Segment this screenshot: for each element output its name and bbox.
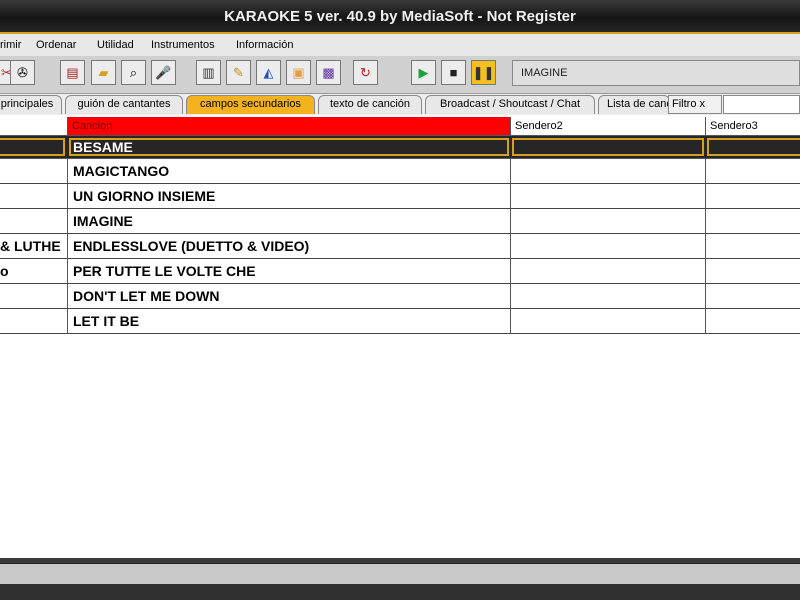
search-window-icon[interactable]: ⌕ — [121, 60, 146, 85]
menu-instrumentos[interactable]: Instrumentos — [151, 39, 215, 51]
artist-cell[interactable]: o — [0, 259, 67, 283]
table-row[interactable]: DON'T LET ME DOWN — [0, 284, 800, 309]
artist-cell[interactable] — [0, 284, 67, 308]
artist-cell[interactable]: & LUTHE — [0, 234, 67, 258]
table-row-selected[interactable]: BESAME — [0, 135, 800, 159]
pause-icon[interactable]: ❚❚ — [471, 60, 496, 85]
tab-bar: principales guión de cantantes campos se… — [0, 93, 800, 115]
tab-guion-de-cantantes[interactable]: guión de cantantes — [65, 95, 183, 114]
song-cell[interactable]: LET IT BE — [68, 309, 511, 333]
tab-principales[interactable]: principales — [0, 95, 62, 114]
table-row[interactable]: o PER TUTTE LE VOLTE CHE — [0, 259, 800, 284]
column-divider — [705, 159, 706, 334]
col-header-sendero3[interactable]: Sendero3 — [706, 117, 800, 135]
play-icon[interactable]: ▶ — [411, 60, 436, 85]
artist-cell[interactable] — [0, 209, 67, 233]
paint-bucket-icon[interactable]: ◭ — [256, 60, 281, 85]
selected-sendero3-cell[interactable] — [707, 138, 800, 156]
selected-artist-cell[interactable] — [0, 138, 65, 156]
menu-utilidad[interactable]: Utilidad — [97, 39, 134, 51]
keyboard-midi-icon[interactable]: ▥ — [196, 60, 221, 85]
song-cell[interactable]: DON'T LET ME DOWN — [68, 284, 511, 308]
artist-cell[interactable] — [0, 159, 67, 183]
color-screen-icon[interactable]: ▣ — [286, 60, 311, 85]
video-screen-icon[interactable]: ▩ — [316, 60, 341, 85]
col-header-cancion[interactable]: Cancion — [68, 117, 511, 135]
table-row[interactable]: MAGICTANGO — [0, 159, 800, 184]
menu-ordenar[interactable]: Ordenar — [36, 39, 76, 51]
table-row[interactable]: IMAGINE — [0, 209, 800, 234]
tab-campos-secundarios[interactable]: campos secundarios — [186, 95, 315, 114]
menu-imprimir[interactable]: rimir — [0, 39, 21, 51]
status-bar — [0, 563, 800, 584]
song-cell[interactable]: IMAGINE — [68, 209, 511, 233]
folder-open-icon[interactable]: ▰ — [91, 60, 116, 85]
bottom-frame — [0, 584, 800, 600]
menu-informacion[interactable]: Información — [236, 39, 293, 51]
now-playing-field: IMAGINE — [512, 60, 800, 86]
selected-sendero2-cell[interactable] — [512, 138, 704, 156]
col-header-sendero2[interactable]: Sendero2 — [511, 117, 706, 135]
song-cell[interactable]: PER TUTTE LE VOLTE CHE — [68, 259, 511, 283]
menu-bar: rimir Ordenar Utilidad Instrumentos Info… — [0, 34, 800, 56]
col-header-artist[interactable] — [0, 117, 68, 135]
column-divider — [67, 159, 68, 334]
tab-texto-de-cancion[interactable]: texto de canción — [318, 95, 422, 114]
tab-lista-de-canciones[interactable]: Lista de canciones — [598, 95, 670, 114]
table-row[interactable]: LET IT BE — [0, 309, 800, 334]
song-cell[interactable]: UN GIORNO INSIEME — [68, 184, 511, 208]
stop-icon[interactable]: ■ — [441, 60, 466, 85]
song-cell[interactable]: MAGICTANGO — [68, 159, 511, 183]
film-reel-icon[interactable]: ✇ — [10, 60, 35, 85]
table-row[interactable]: & LUTHE ENDLESSLOVE (DUETTO & VIDEO) — [0, 234, 800, 259]
table-row[interactable]: UN GIORNO INSIEME — [0, 184, 800, 209]
filter-input[interactable] — [723, 95, 800, 114]
song-cell[interactable]: ENDLESSLOVE (DUETTO & VIDEO) — [68, 234, 511, 258]
refresh-icon[interactable]: ↻ — [353, 60, 378, 85]
songs-table: Cancion Sendero2 Sendero3 BESAME MAGICTA… — [0, 115, 800, 558]
microphone-icon[interactable]: 🎤 — [151, 60, 176, 85]
window-title: KARAOKE 5 ver. 40.9 by MediaSoft - Not R… — [0, 0, 800, 34]
print-icon[interactable]: ▤ — [60, 60, 85, 85]
column-divider — [510, 159, 511, 334]
toolbar: ✂ ✇ ▤ ▰ ⌕ 🎤 ▥ ✎ ◭ ▣ ▩ ↻ ▶ ■ ❚❚ IMAGINE — [0, 56, 800, 93]
artist-cell[interactable] — [0, 309, 67, 333]
edit-lyrics-icon[interactable]: ✎ — [226, 60, 251, 85]
tab-broadcast[interactable]: Broadcast / Shoutcast / Chat — [425, 95, 595, 114]
filter-label: Filtro x — [668, 95, 722, 114]
artist-cell[interactable] — [0, 184, 67, 208]
selected-song-cell[interactable]: BESAME — [69, 138, 509, 156]
